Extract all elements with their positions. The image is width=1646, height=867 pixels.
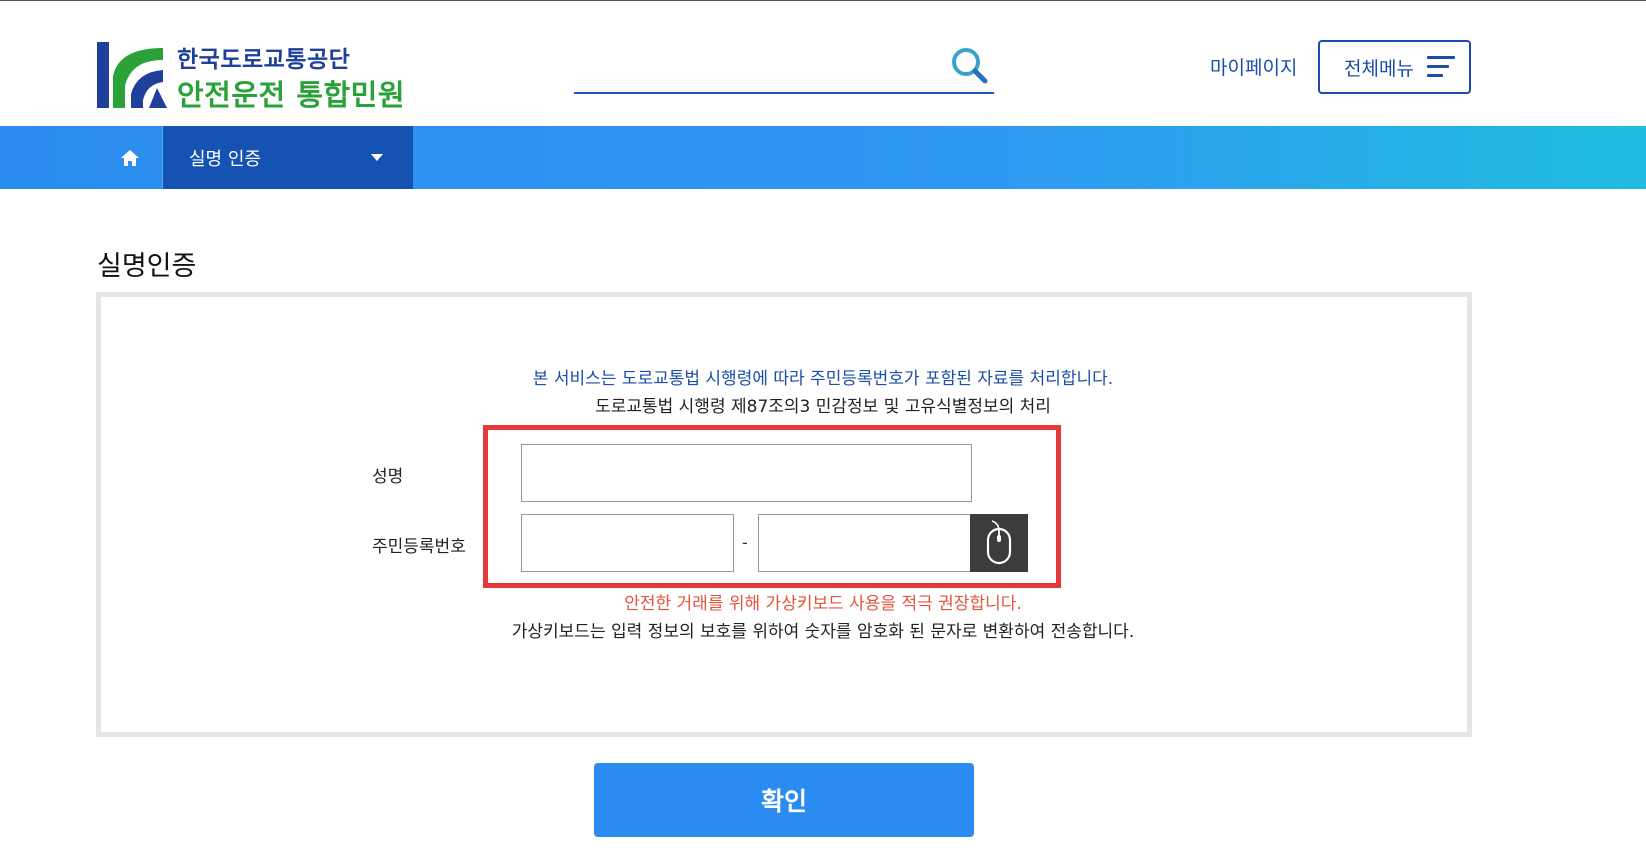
logo-org-name: 한국도로교통공단 [177,47,351,73]
mypage-link[interactable]: 마이페이지 [1210,53,1297,80]
rrn-label: 주민등록번호 [372,537,466,557]
location-nav-bar: 실명 인증 [0,126,1646,189]
logo-service-name: 안전운전 통합민원 [177,78,406,112]
notice-line-2: 도로교통법 시행령 제87조의3 민감정보 및 고유식별정보의 처리 [595,397,1051,417]
rrn-separator: - [742,533,748,552]
search-input[interactable] [574,48,934,86]
virtual-keyboard-button[interactable] [970,514,1028,572]
home-button[interactable] [97,126,163,189]
confirm-button[interactable]: 확인 [594,763,974,837]
search-icon [952,47,988,83]
name-input[interactable] [521,444,972,502]
mouse-icon [986,520,1012,565]
hamburger-icon [1427,56,1455,80]
name-label: 성명 [372,467,404,487]
all-menu-label: 전체메뉴 [1344,57,1414,80]
all-menu-button[interactable]: 전체메뉴 [1318,40,1471,94]
search-bar [574,42,994,94]
virtual-keyboard-info: 가상키보드는 입력 정보의 보호를 위하여 숫자를 암호화 된 문자로 변환하여… [511,622,1135,642]
site-logo[interactable]: 한국도로교통공단 안전운전 통합민원 [97,38,417,112]
notice-line-1: 본 서비스는 도로교통법 시행령에 따라 주민등록번호가 포함된 자료를 처리합… [532,369,1114,389]
rrn-front-input[interactable] [521,514,734,572]
top-border-line [0,0,1646,1]
koroad-logo-mark-icon [97,42,167,108]
virtual-keyboard-warning: 안전한 거래를 위해 가상키보드 사용을 적극 권장합니다. [624,594,1022,614]
section-dropdown[interactable]: 실명 인증 [163,126,413,189]
page-title: 실명인증 [97,251,197,282]
search-button[interactable] [946,44,992,88]
chevron-down-icon [371,154,383,161]
section-dropdown-label: 실명 인증 [189,148,261,170]
home-icon [120,149,139,166]
rrn-back-input[interactable] [758,514,971,572]
